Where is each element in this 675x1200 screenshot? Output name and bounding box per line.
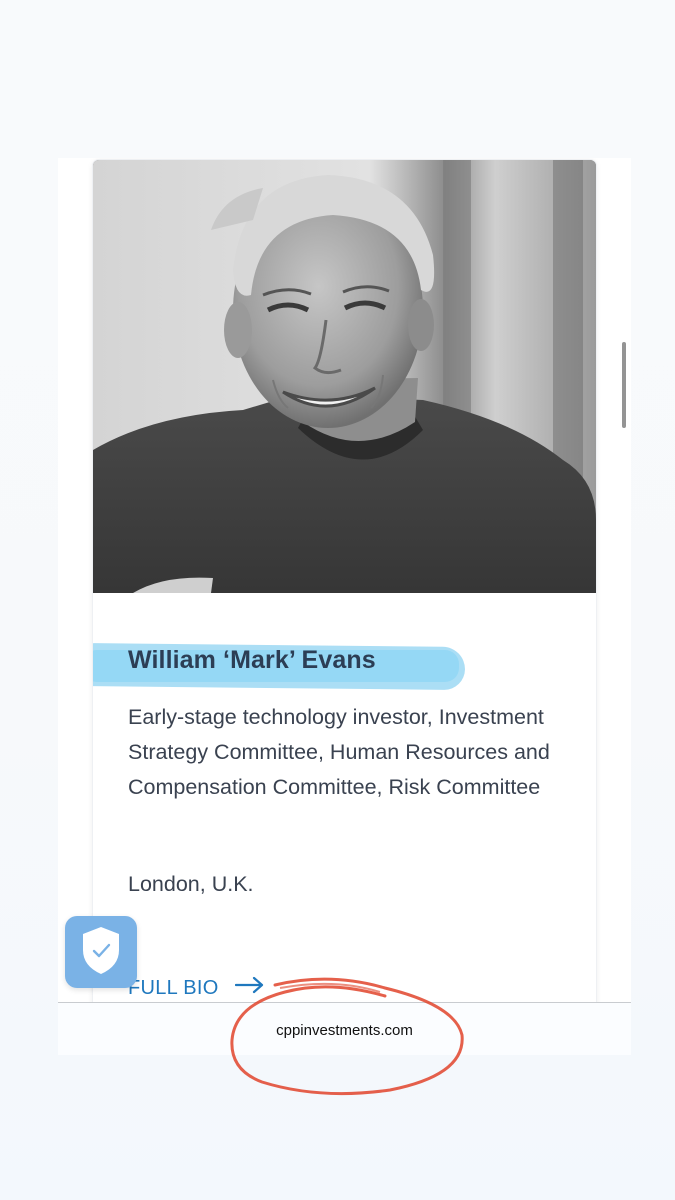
profile-photo [93,160,596,593]
domain-label: cppinvestments.com [276,1022,413,1039]
shield-check-button[interactable] [65,916,137,988]
browser-viewport[interactable]: William ‘Mark’ Evans Early-stage technol… [58,158,631,1002]
profile-name: William ‘Mark’ Evans [128,646,376,674]
profile-location: London, U.K. [128,872,254,896]
scrollbar[interactable] [622,342,626,428]
full-bio-link[interactable]: FULL BIO [128,976,265,1000]
full-bio-label: FULL BIO [128,976,219,999]
arrow-right-icon [234,976,265,1000]
browser-address-bar[interactable]: cppinvestments.com [58,1002,631,1055]
shield-check-icon [79,924,123,981]
profile-card: William ‘Mark’ Evans Early-stage technol… [93,160,596,1002]
profile-roles: Early-stage technology investor, Investm… [128,705,550,799]
